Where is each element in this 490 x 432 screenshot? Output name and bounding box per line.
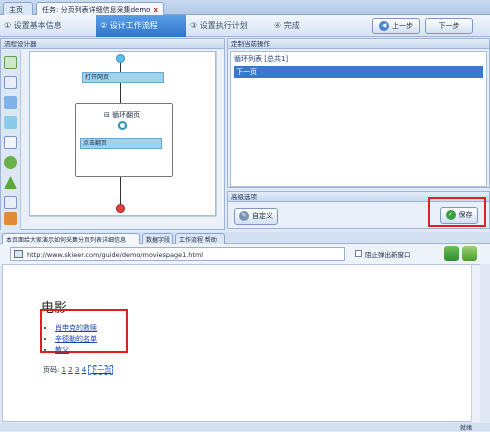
list-item: 辛德勒的名单 <box>55 334 97 345</box>
tab-workflow-help[interactable]: 工作流程 帮助 <box>175 233 225 244</box>
designer-title: 流程设计器 <box>1 39 224 49</box>
close-icon[interactable]: x <box>153 6 158 14</box>
step-basic-info[interactable]: ① 设置基本信息 <box>0 15 96 37</box>
movie-link[interactable]: 辛德勒的名单 <box>55 335 97 343</box>
tab-home[interactable]: 主页 <box>3 2 33 15</box>
loop-node[interactable]: ⊟ 循环翻页 点击翻页 <box>75 103 173 177</box>
status-bar: 就绪 <box>0 423 490 432</box>
collapse-icon[interactable]: ⊟ <box>104 111 110 119</box>
end-node-icon <box>116 204 125 213</box>
next-page-link[interactable]: 下一页 <box>88 365 114 375</box>
refresh-icon[interactable] <box>462 246 477 261</box>
extract-tool-icon[interactable] <box>4 116 17 129</box>
pager-label: 页码: <box>43 366 60 374</box>
loop-tool-icon[interactable] <box>4 156 17 169</box>
page-icon <box>14 250 23 258</box>
config-panel: 定制当前操作 循环列表 [总共1] 下一页 <box>227 38 490 188</box>
step-design-workflow[interactable]: ② 设计工作流程 <box>96 15 186 37</box>
browser-tab-bar: 本页面给大家演示如何采集分页列表详细信息 数据字段 工作流程 帮助 <box>0 232 490 244</box>
save-button[interactable]: ✓ 保存 <box>440 207 478 224</box>
select-tool-icon[interactable] <box>4 56 17 69</box>
next-step-button[interactable]: 下一步 <box>425 18 473 34</box>
tab-data-fields[interactable]: 数据字段 <box>142 233 173 244</box>
address-bar-row: http://www.skieer.com/guide/demo/moviesp… <box>0 244 490 264</box>
web-page-view[interactable]: 电影 肖申克的救赎 辛德勒的名单 教父 页码: 1 2 3 4 下一页 <box>2 264 480 422</box>
open-page-node[interactable]: 打开网页 <box>82 72 164 83</box>
page-scrollbar[interactable] <box>471 265 480 422</box>
movie-link[interactable]: 教父 <box>55 346 69 354</box>
top-tab-bar: 主页 任务: 分页列表详细信息采集demo x <box>0 0 490 15</box>
arrow-left-icon: ◀ <box>379 21 389 31</box>
page-link[interactable]: 3 <box>75 366 79 374</box>
check-icon: ✓ <box>445 210 456 220</box>
input-tool-icon[interactable] <box>4 136 17 149</box>
step-finish[interactable]: ④ 完成 <box>270 15 320 37</box>
cursor-tool-icon[interactable] <box>4 196 17 209</box>
advanced-options-panel: 高级选项 ⌄ ✎ 自定义 ✓ 保存 <box>227 191 490 229</box>
action-list[interactable]: 循环列表 [总共1] 下一页 <box>230 51 487 187</box>
loop-start-icon <box>118 121 127 130</box>
loop-node-title: ⊟ 循环翻页 <box>104 111 141 119</box>
horizontal-scrollbar[interactable] <box>29 216 216 224</box>
branch-tool-icon[interactable] <box>4 176 17 189</box>
pointer-tool-icon[interactable] <box>4 76 17 89</box>
list-item: 教父 <box>55 345 97 356</box>
movie-list: 肖申克的救赎 辛德勒的名单 教父 <box>55 323 97 356</box>
list-item-next-page[interactable]: 下一页 <box>234 66 483 78</box>
movie-link[interactable]: 肖申克的救赎 <box>55 324 97 332</box>
go-icon[interactable] <box>444 246 459 261</box>
page-link[interactable]: 1 <box>62 366 66 374</box>
list-header: 循环列表 [总共1] <box>234 55 289 63</box>
pager: 页码: 1 2 3 4 下一页 <box>43 365 114 375</box>
block-popup-checkbox[interactable] <box>355 250 362 257</box>
wizard-bar: ① 设置基本信息 ② 设计工作流程 ③ 设置执行计划 ④ 完成 ◀ 上一步 下一步 <box>0 15 490 37</box>
url-field[interactable]: http://www.skieer.com/guide/demo/moviesp… <box>10 247 345 261</box>
step-schedule[interactable]: ③ 设置执行计划 <box>186 15 270 37</box>
block-popup-label: 阻止弹出新窗口 <box>365 251 411 259</box>
custom-button[interactable]: ✎ 自定义 <box>234 208 278 225</box>
url-text: http://www.skieer.com/guide/demo/moviesp… <box>27 251 204 259</box>
click-page-node[interactable]: 点击翻页 <box>80 138 162 149</box>
prev-step-button[interactable]: ◀ 上一步 <box>372 18 420 34</box>
workflow-canvas[interactable]: 打开网页 ⊟ 循环翻页 点击翻页 <box>29 51 216 216</box>
open-page-tool-icon[interactable] <box>4 96 17 109</box>
config-title: 定制当前操作 <box>228 39 489 49</box>
mouse-tool-icon[interactable] <box>4 212 17 225</box>
tab-task[interactable]: 任务: 分页列表详细信息采集demo x <box>36 2 164 15</box>
tab-page-preview[interactable]: 本页面给大家演示如何采集分页列表详细信息 <box>2 233 140 244</box>
page-link[interactable]: 4 <box>82 366 86 374</box>
list-item: 肖申克的救赎 <box>55 323 97 334</box>
edit-icon: ✎ <box>239 211 249 221</box>
vertical-scrollbar[interactable] <box>216 51 224 216</box>
start-node-icon <box>116 54 125 63</box>
workflow-designer-panel: 流程设计器 打开网页 ⊟ 循环翻页 点击翻页 <box>0 38 225 230</box>
page-link[interactable]: 2 <box>68 366 72 374</box>
toolbox <box>1 50 21 230</box>
